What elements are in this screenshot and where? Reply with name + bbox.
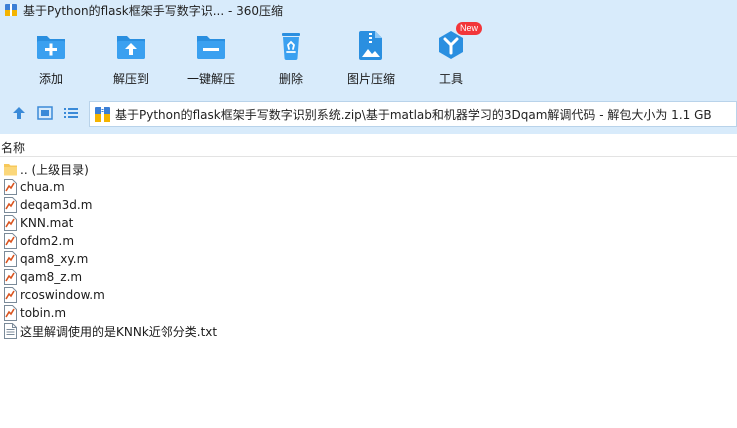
add-label: 添加 — [38, 72, 63, 86]
image-compress-icon — [354, 28, 388, 62]
text-file-icon — [3, 323, 18, 339]
list-view-icon[interactable] — [62, 104, 80, 122]
extract-to-label: 解压到 — [112, 72, 149, 86]
list-item[interactable]: 这里解调使用的是KNNk近邻分类.txt — [0, 322, 737, 340]
tools-label: 工具 — [438, 72, 463, 86]
recycle-bin-icon — [274, 28, 308, 62]
list-item[interactable]: qam8_z.m — [0, 268, 737, 286]
add-button[interactable]: 添加 — [11, 28, 91, 90]
file-name: .. (上级目录) — [20, 162, 89, 177]
window-title: 基于Python的flask框架手写数字识... - 360压缩 — [23, 3, 284, 18]
list-item[interactable]: rcoswindow.m — [0, 286, 737, 304]
one-click-extract-button[interactable]: 一键解压 — [171, 28, 251, 90]
new-badge: New — [456, 22, 483, 35]
title-bar: 基于Python的flask框架手写数字识... - 360压缩 — [0, 0, 737, 20]
file-list: .. (上级目录) chua.m deqam3d.m KNN.mat ofdm2… — [0, 160, 737, 340]
add-folder-icon — [34, 28, 68, 62]
matlab-file-icon — [3, 197, 18, 213]
folder-icon — [3, 161, 18, 177]
file-name: KNN.mat — [20, 216, 74, 230]
list-item[interactable]: ofdm2.m — [0, 232, 737, 250]
navigation-bar: 基于Python的flask框架手写数字识别系统.zip\基于matlab和机器… — [0, 94, 737, 134]
file-name: rcoswindow.m — [20, 288, 105, 302]
matlab-file-icon — [3, 233, 18, 249]
list-item[interactable]: deqam3d.m — [0, 196, 737, 214]
matlab-file-icon — [3, 269, 18, 285]
extract-folder-icon — [114, 28, 148, 62]
preview-view-icon[interactable] — [36, 104, 54, 122]
image-compress-button[interactable]: 图片压缩 — [331, 28, 411, 90]
file-name: qam8_xy.m — [20, 252, 89, 266]
path-bar[interactable]: 基于Python的flask框架手写数字识别系统.zip\基于matlab和机器… — [89, 101, 737, 127]
archive-app-icon — [4, 3, 18, 17]
matlab-file-icon — [3, 179, 18, 195]
list-item[interactable]: qam8_xy.m — [0, 250, 737, 268]
file-name: chua.m — [20, 180, 65, 194]
matlab-file-icon — [3, 251, 18, 267]
path-text: 基于Python的flask框架手写数字识别系统.zip\基于matlab和机器… — [115, 107, 712, 122]
file-name: qam8_z.m — [20, 270, 83, 284]
file-name: deqam3d.m — [20, 198, 93, 212]
list-item-parent-folder[interactable]: .. (上级目录) — [0, 160, 737, 178]
one-click-extract-label: 一键解压 — [186, 72, 235, 86]
file-name: tobin.m — [20, 306, 67, 320]
file-name: ofdm2.m — [20, 234, 75, 248]
tools-button[interactable]: New 工具 — [411, 22, 491, 90]
delete-label: 删除 — [278, 72, 303, 86]
column-header: 名称 — [0, 137, 737, 157]
extract-to-button[interactable]: 解压到 — [91, 28, 171, 90]
list-item[interactable]: chua.m — [0, 178, 737, 196]
list-item[interactable]: KNN.mat — [0, 214, 737, 232]
up-arrow-icon[interactable] — [10, 104, 28, 122]
matlab-file-icon — [3, 305, 18, 321]
list-item[interactable]: tobin.m — [0, 304, 737, 322]
tools-icon: New — [434, 22, 483, 62]
matlab-file-icon — [3, 287, 18, 303]
file-name: 这里解调使用的是KNNk近邻分类.txt — [20, 324, 218, 339]
main-toolbar: 添加 解压到 一键解压 删除 图片压缩 New 工具 — [0, 20, 737, 94]
name-column-header[interactable]: 名称 — [1, 139, 25, 156]
matlab-file-icon — [3, 215, 18, 231]
image-compress-label: 图片压缩 — [346, 72, 395, 86]
zip-archive-icon — [94, 106, 111, 123]
one-click-extract-icon — [194, 28, 228, 62]
delete-button[interactable]: 删除 — [251, 28, 331, 90]
